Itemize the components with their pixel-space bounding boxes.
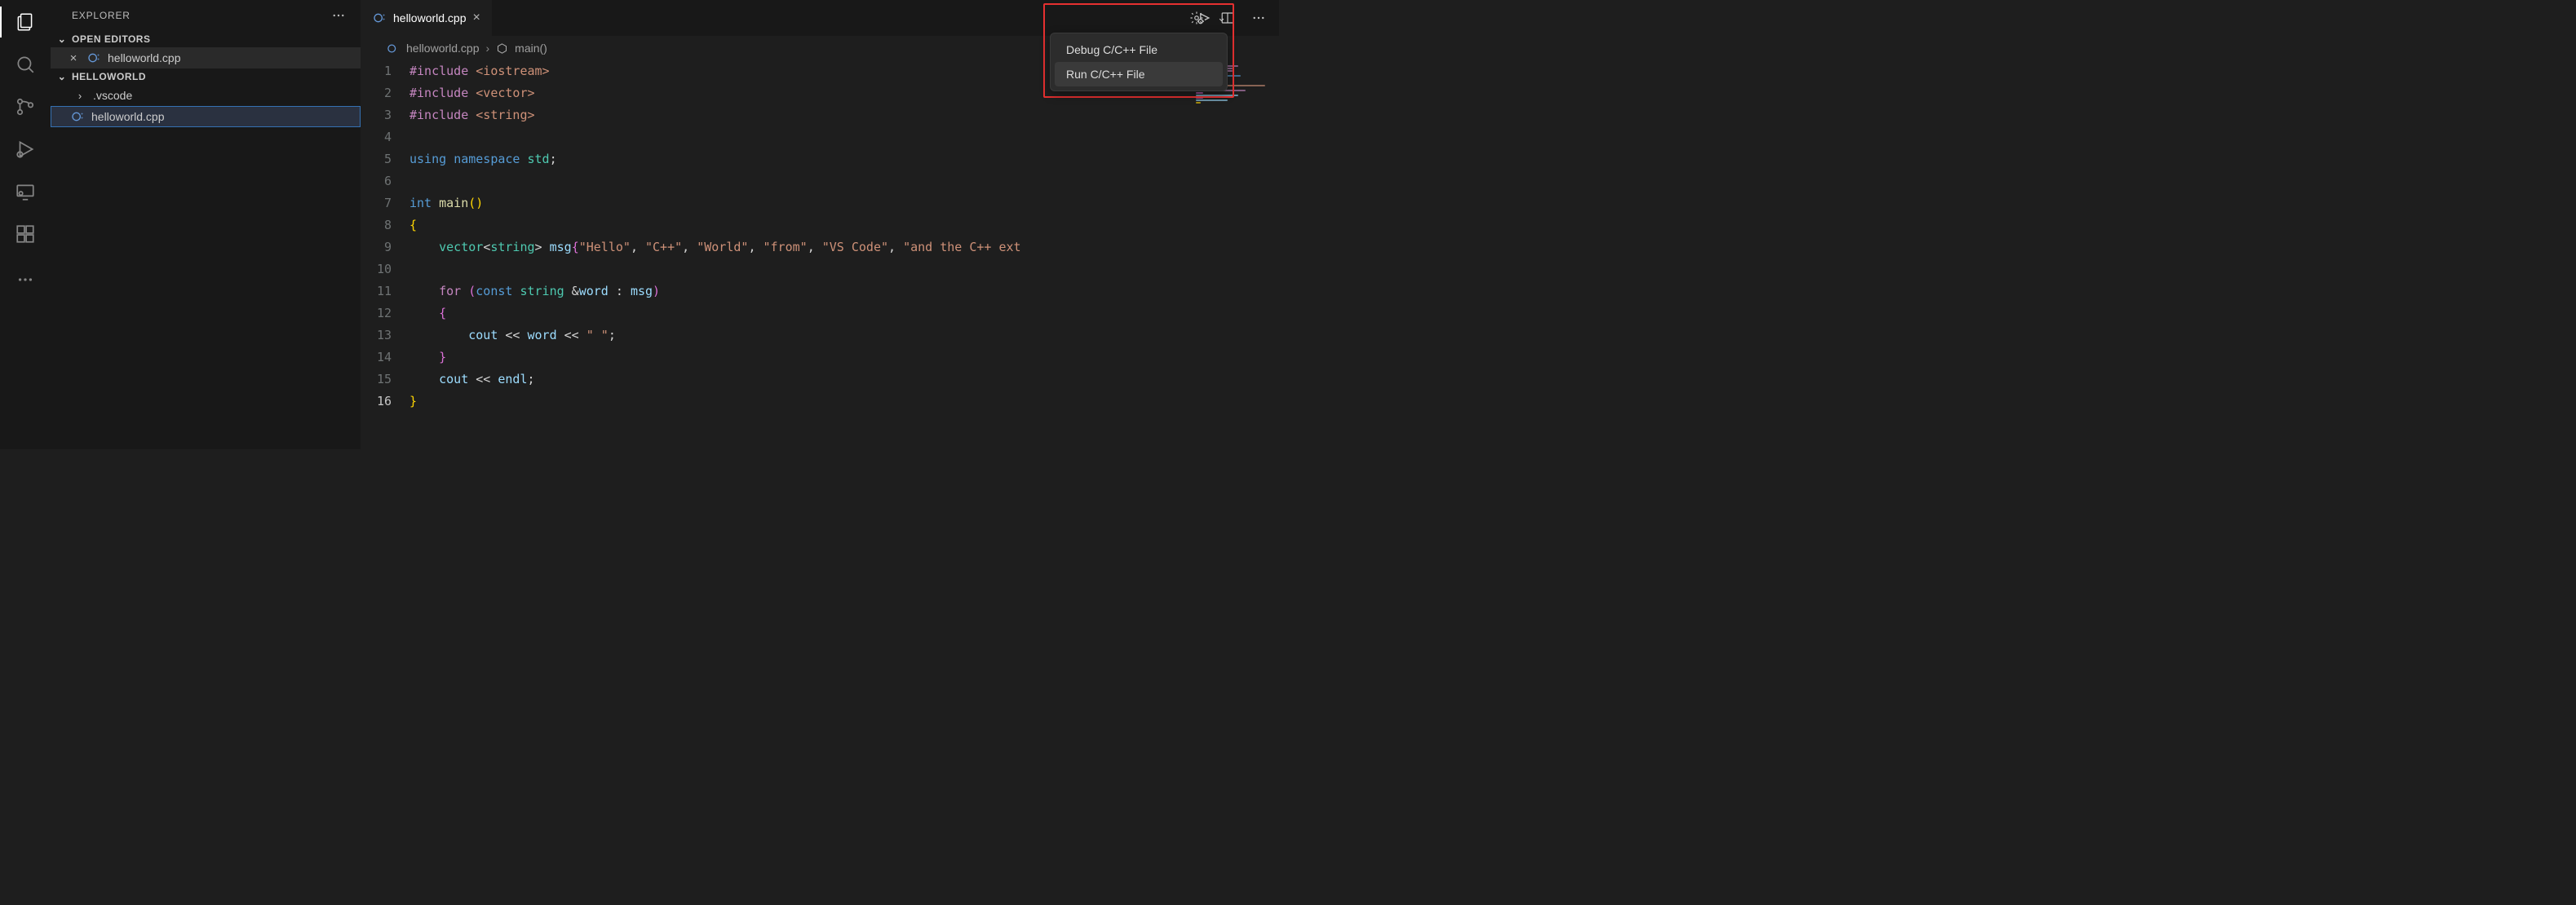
activity-explorer-icon[interactable] <box>13 10 38 34</box>
run-debug-menu: Debug C/C++ File Run C/C++ File <box>1050 33 1228 91</box>
workspace-label: HELLOWORLD <box>72 71 146 82</box>
activity-source-control-icon[interactable] <box>13 95 38 119</box>
tab-helloworld[interactable]: ++ helloworld.cpp × <box>361 0 493 36</box>
cpp-file-icon <box>385 41 400 55</box>
run-debug-highlight-box: ⌄ Debug C/C++ File Run C/C++ File <box>1043 3 1234 98</box>
explorer-panel: EXPLORER ⌄ OPEN EDITORS × ++ helloworld.… <box>51 0 361 449</box>
workspace-folder-vscode[interactable]: › .vscode <box>51 85 361 106</box>
breadcrumb-file[interactable]: helloworld.cpp <box>406 42 480 55</box>
chevron-down-icon: ⌄ <box>55 33 69 45</box>
chevron-down-icon: ⌄ <box>55 71 69 82</box>
open-editors-section[interactable]: ⌄ OPEN EDITORS <box>51 31 361 47</box>
code-area[interactable]: #include <iostream>#include <vector>#inc… <box>409 60 1189 449</box>
activity-more-icon[interactable] <box>13 267 38 292</box>
editor-body[interactable]: 12345678910111213141516 #include <iostre… <box>361 60 1279 449</box>
menu-item-debug-file[interactable]: Debug C/C++ File <box>1055 38 1223 62</box>
editor-group: ++ helloworld.cpp × ⌄ Debug <box>361 0 1279 449</box>
line-number-gutter: 12345678910111213141516 <box>361 60 409 449</box>
minimap[interactable] <box>1189 60 1279 449</box>
open-editor-filename: helloworld.cpp <box>108 51 181 64</box>
svg-text:+: + <box>383 17 385 22</box>
close-icon[interactable]: × <box>473 11 480 25</box>
chevron-right-icon: › <box>486 42 490 55</box>
folder-name: .vscode <box>93 89 132 102</box>
activity-run-debug-icon[interactable] <box>13 137 38 161</box>
svg-text:+: + <box>97 57 100 62</box>
menu-item-label: Debug C/C++ File <box>1066 43 1157 56</box>
cpp-file-icon: ++ <box>372 11 387 25</box>
svg-text:+: + <box>81 116 83 121</box>
open-editors-label: OPEN EDITORS <box>72 33 150 45</box>
run-debug-dropdown-button[interactable]: ⌄ <box>1217 11 1226 24</box>
breadcrumb-symbol[interactable]: main() <box>515 42 547 55</box>
file-name: helloworld.cpp <box>91 110 165 123</box>
close-icon[interactable]: × <box>67 51 80 65</box>
activity-remote-icon[interactable] <box>13 179 38 204</box>
menu-item-run-file[interactable]: Run C/C++ File <box>1055 62 1223 86</box>
activity-search-icon[interactable] <box>13 52 38 77</box>
activity-extensions-icon[interactable] <box>13 222 38 246</box>
cpp-file-icon: ++ <box>86 51 101 65</box>
cpp-file-icon: ++ <box>70 109 85 124</box>
menu-item-label: Run C/C++ File <box>1066 68 1144 81</box>
tab-label: helloworld.cpp <box>393 11 467 24</box>
explorer-title: EXPLORER <box>72 10 131 21</box>
open-editor-file[interactable]: × ++ helloworld.cpp <box>51 47 361 68</box>
run-debug-play-icon[interactable] <box>1196 10 1212 26</box>
symbol-method-icon <box>496 42 508 55</box>
explorer-header: EXPLORER <box>51 0 361 31</box>
chevron-right-icon: › <box>73 90 86 102</box>
explorer-more-icon[interactable] <box>331 8 346 23</box>
more-actions-icon[interactable] <box>1250 9 1268 27</box>
activity-bar <box>0 0 51 449</box>
workspace-file-helloworld[interactable]: ++ helloworld.cpp <box>51 106 361 127</box>
workspace-section[interactable]: ⌄ HELLOWORLD <box>51 68 361 85</box>
